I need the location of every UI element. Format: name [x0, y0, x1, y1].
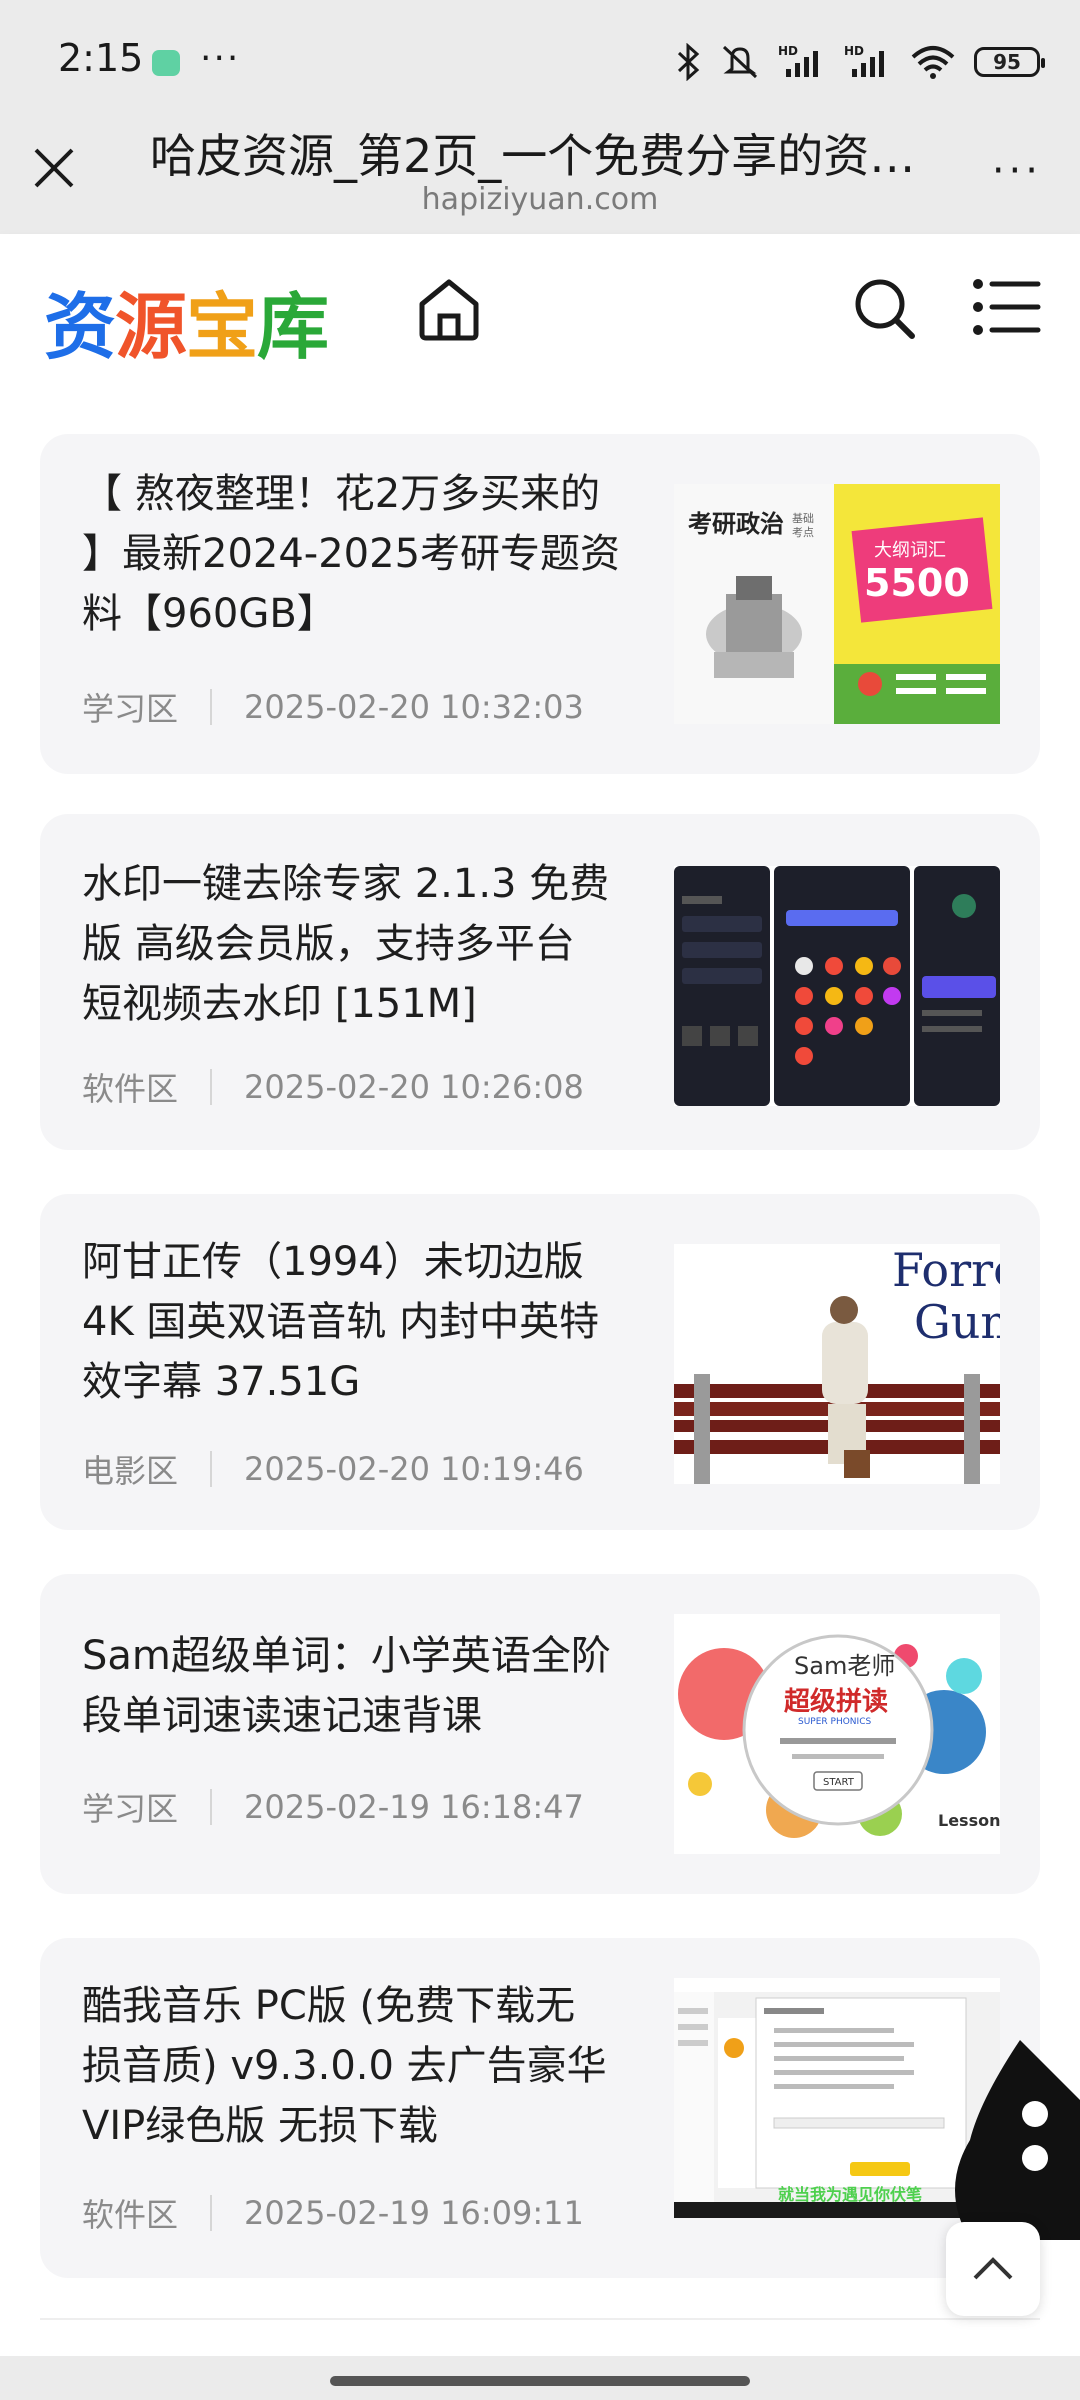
floating-cat-icon[interactable] — [940, 2040, 1080, 2240]
thumb-text: 就当我为遇见你伏笔 — [778, 2185, 922, 2204]
status-bar: 2:15 ··· HD HD 95 — [0, 0, 1080, 120]
thumb-text: SUPER PHONICS — [798, 1717, 871, 1727]
post-title-line: 酷我音乐 PC版 (免费下载无 — [82, 1983, 576, 2029]
home-icon[interactable] — [414, 274, 484, 344]
post-title-line: 料【960GB】 — [82, 591, 337, 637]
thumb-text: 超级拼读 — [784, 1686, 888, 1717]
site-logo[interactable]: 资源宝库 — [44, 268, 329, 373]
post-meta: 电影区 2025-02-20 10:19:46 — [82, 1446, 584, 1492]
post-title[interactable]: 【 熬夜整理！花2万多买来的 】最新2024-2025考研专题资 料【960GB… — [82, 464, 682, 644]
list-item[interactable]: 阿甘正传（1994）未切边版 4K 国英双语音轨 内封中英特 效字幕 37.51… — [40, 1194, 1040, 1530]
post-category[interactable]: 软件区 — [82, 1064, 178, 1110]
list-item[interactable]: Sam超级单词：小学英语全阶 段单词速读速记速背课 学习区 2025-02-19 … — [40, 1574, 1040, 1894]
more-notifications-icon: ··· — [200, 38, 241, 79]
post-title-line: VIP绿色版 无损下载 — [82, 2103, 438, 2149]
back-to-top-button[interactable] — [946, 2222, 1040, 2316]
thumb-text: Lesson 3 — [938, 1811, 1000, 1830]
post-date: 2025-02-20 10:26:08 — [244, 1068, 584, 1106]
post-thumbnail[interactable]: Sam老师 超级拼读 SUPER PHONICS START Lesson 3 — [674, 1614, 1000, 1854]
post-date: 2025-02-19 16:18:47 — [244, 1788, 584, 1826]
divider — [40, 2318, 1040, 2320]
page-url: hapiziyuan.com — [421, 182, 659, 217]
thumb-text: 大纲词汇 — [874, 540, 946, 561]
thumb-text: 考点 — [792, 526, 814, 539]
thumb-text: 考研政治 — [688, 510, 784, 538]
browser-title-bar: 哈皮资源_第2页_一个免费分享的资… hapiziyuan.com ··· — [0, 120, 1080, 234]
logo-char: 宝 — [186, 285, 258, 369]
chevron-up-icon — [973, 2257, 1013, 2280]
menu-list-icon[interactable] — [970, 274, 1042, 340]
post-meta: 学习区 2025-02-19 16:18:47 — [82, 1784, 584, 1830]
thumb-text: Gump — [914, 1295, 1000, 1349]
signal-hd-icon: HD — [778, 44, 818, 77]
post-category[interactable]: 学习区 — [82, 684, 178, 730]
post-title-line: 4K 国英双语音轨 内封中英特 — [82, 1299, 600, 1345]
site-header: 资源宝库 — [0, 234, 1080, 392]
post-title-line: 】最新2024-2025考研专题资 — [82, 531, 621, 577]
more-options-icon[interactable]: ··· — [992, 148, 1042, 194]
list-item[interactable]: 酷我音乐 PC版 (免费下载无 损音质) v9.3.0.0 去广告豪华 VIP绿… — [40, 1938, 1040, 2278]
post-thumbnail[interactable] — [674, 866, 1000, 1106]
search-icon[interactable] — [852, 276, 918, 342]
divider — [210, 1069, 213, 1105]
post-list: 【 熬夜整理！花2万多买来的 】最新2024-2025考研专题资 料【960GB… — [0, 392, 1080, 2360]
post-title-line: 短视频去水印 [151M] — [82, 981, 477, 1027]
status-time: 2:15 — [58, 36, 144, 80]
bluetooth-icon — [677, 43, 700, 81]
divider — [210, 1789, 213, 1825]
thumb-text: Sam老师 — [794, 1652, 895, 1680]
post-category[interactable]: 学习区 — [82, 1784, 178, 1830]
thumb-text: Forrest — [892, 1244, 1000, 1297]
post-title-line: 【 熬夜整理！花2万多买来的 — [82, 471, 601, 517]
system-nav-bar — [0, 2356, 1080, 2400]
divider — [210, 689, 213, 725]
list-item[interactable]: 水印一键去除专家 2.1.3 免费 版 高级会员版，支持多平台 短视频去水印 [… — [40, 814, 1040, 1150]
post-title-line: 损音质) v9.3.0.0 去广告豪华 — [82, 2043, 607, 2089]
post-category[interactable]: 软件区 — [82, 2190, 178, 2236]
post-title[interactable]: Sam超级单词：小学英语全阶 段单词速读速记速背课 — [82, 1626, 682, 1746]
post-title-line: 阿甘正传（1994）未切边版 — [82, 1239, 584, 1285]
logo-char: 资 — [44, 285, 116, 369]
post-thumbnail[interactable]: Forrest Gump — [674, 1244, 1000, 1484]
post-title[interactable]: 酷我音乐 PC版 (免费下载无 损音质) v9.3.0.0 去广告豪华 VIP绿… — [82, 1976, 682, 2156]
post-title[interactable]: 阿甘正传（1994）未切边版 4K 国英双语音轨 内封中英特 效字幕 37.51… — [82, 1232, 682, 1412]
battery-icon: 95 — [974, 47, 1045, 77]
thumb-text: 5500 — [864, 561, 970, 605]
wifi-icon — [911, 46, 955, 79]
divider — [210, 2195, 213, 2231]
post-meta: 学习区 2025-02-20 10:32:03 — [82, 684, 584, 730]
logo-char: 源 — [115, 285, 187, 369]
post-meta: 软件区 2025-02-20 10:26:08 — [82, 1064, 584, 1110]
list-item[interactable]: 【 熬夜整理！花2万多买来的 】最新2024-2025考研专题资 料【960GB… — [40, 434, 1040, 774]
thumb-text: START — [823, 1777, 855, 1788]
post-title-line: 效字幕 37.51G — [82, 1359, 361, 1405]
post-thumbnail[interactable]: 考研政治 基础 考点 大纲词汇 5500 — [674, 484, 1000, 724]
post-category[interactable]: 电影区 — [82, 1446, 178, 1492]
close-icon[interactable] — [28, 142, 80, 194]
post-title-line: 水印一键去除专家 2.1.3 免费 — [82, 861, 610, 907]
home-indicator[interactable] — [330, 2376, 750, 2386]
svg-text:HD: HD — [844, 44, 864, 58]
post-date: 2025-02-19 16:09:11 — [244, 2194, 584, 2232]
mute-icon — [722, 45, 758, 79]
post-date: 2025-02-20 10:19:46 — [244, 1450, 584, 1488]
post-title-line: Sam超级单词：小学英语全阶 — [82, 1633, 611, 1679]
signal-hd-icon: HD — [844, 44, 884, 77]
divider — [210, 1451, 213, 1487]
page-title: 哈皮资源_第2页_一个免费分享的资… — [150, 129, 916, 183]
post-title[interactable]: 水印一键去除专家 2.1.3 免费 版 高级会员版，支持多平台 短视频去水印 [… — [82, 854, 682, 1034]
post-date: 2025-02-20 10:32:03 — [244, 688, 584, 726]
post-title-line: 版 高级会员版，支持多平台 — [82, 921, 575, 967]
app-notification-icon — [152, 50, 180, 76]
logo-char: 库 — [257, 285, 329, 369]
status-icons: HD HD 95 — [676, 42, 1045, 82]
post-title-line: 段单词速读速记速背课 — [82, 1693, 482, 1739]
svg-text:HD: HD — [778, 44, 798, 58]
thumb-text: 基础 — [792, 512, 814, 525]
post-meta: 软件区 2025-02-19 16:09:11 — [82, 2190, 584, 2236]
